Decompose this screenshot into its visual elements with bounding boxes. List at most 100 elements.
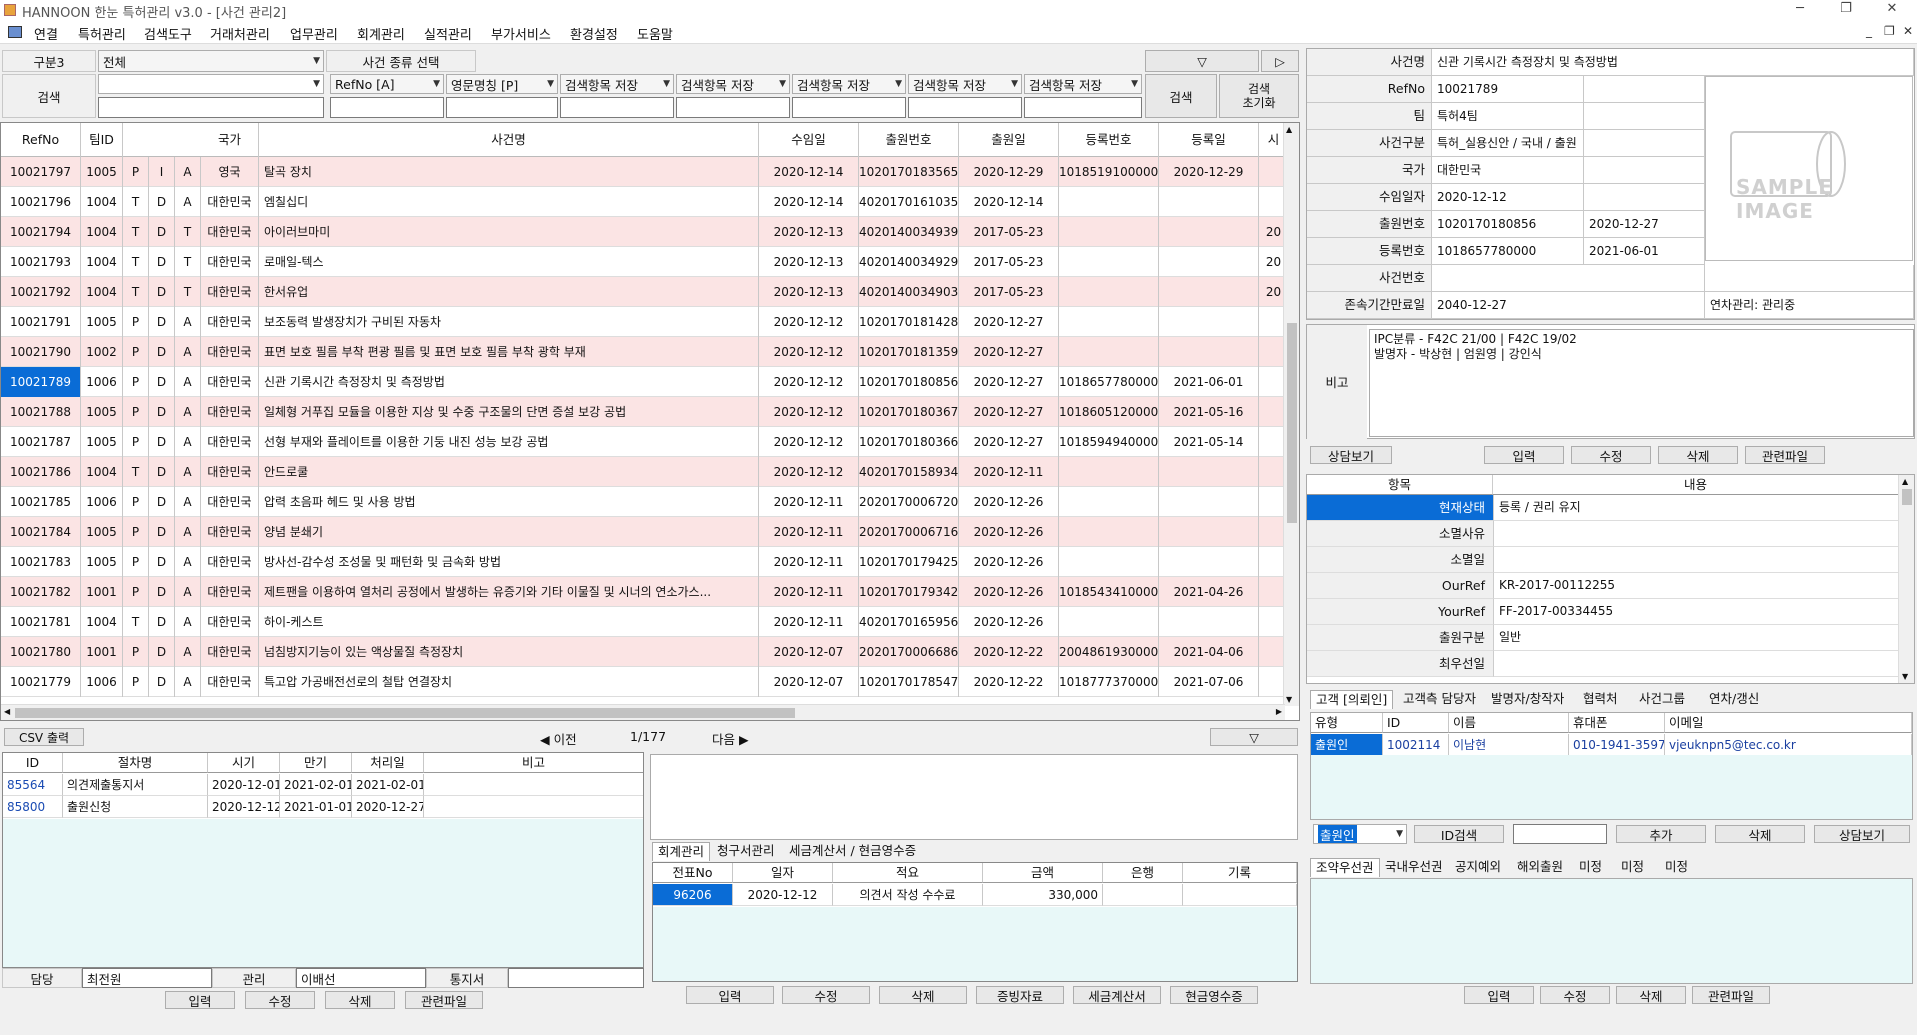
grid-cell-team[interactable]: 1004 [81,247,123,277]
grid-cell-regno[interactable]: 2004861930000 [1059,637,1159,667]
detail-delete-button[interactable]: 삭제 [1658,446,1738,464]
detail-value[interactable] [1432,265,1705,292]
grid-cell-appdate[interactable]: 2020-12-26 [959,547,1059,577]
property-value[interactable] [1493,521,1898,547]
grid-cell-appdate[interactable]: 2020-12-27 [959,337,1059,367]
grid-cell-c[interactable]: A [175,157,201,187]
grid-cell-ref[interactable]: 10021783 [1,547,81,577]
grid-cell-b[interactable]: I [149,157,175,187]
scroll-down-icon[interactable]: ▼ [1286,695,1292,704]
proc-header-cell[interactable]: 처리일 [352,753,424,773]
detail-value[interactable]: 1018657780000 [1432,238,1584,265]
table-row[interactable]: 10021780 1001 P D A 대한민국 넘침방지기능이 있는 액상물질 측정장치 2… [1,637,1289,667]
search-main-input[interactable] [98,97,324,118]
grid-cell-ref[interactable]: 10021784 [1,517,81,547]
pager-expand-button[interactable]: ▽ [1210,728,1298,746]
proc-cell-name[interactable]: 출원신청 [63,796,208,818]
grid-cell-name[interactable]: 아이러브마미 [259,217,759,247]
grid-cell-country[interactable]: 대한민국 [201,487,259,517]
grid-cell-country[interactable]: 대한민국 [201,637,259,667]
grid-cell-regdate[interactable]: 2021-07-06 [1159,667,1259,697]
proc-header-cell[interactable]: 시기 [208,753,280,773]
detail-value[interactable]: 특허4팀 [1432,103,1584,130]
grid-cell-country[interactable]: 대한민국 [201,577,259,607]
grid-cell-regdate[interactable] [1159,307,1259,337]
proc-header-cell[interactable]: ID [3,753,63,773]
grid-cell-country[interactable]: 대한민국 [201,667,259,697]
grid-cell-regdate[interactable] [1159,217,1259,247]
grid-cell-recv[interactable]: 2020-12-11 [759,517,859,547]
detail-value[interactable]: 2040-12-27 [1432,292,1705,319]
detail-value[interactable]: 신관 기록시간 측정장치 및 측정방법 [1432,49,1914,76]
grid-header-cell[interactable]: 등록일 [1159,123,1259,157]
grid-cell-recv[interactable]: 2020-12-12 [759,457,859,487]
proc-cell-due[interactable]: 2021-01-01 [280,796,352,818]
detail-extra[interactable]: 연차관리: 관리중 [1705,292,1914,319]
grid-cell-b[interactable]: D [149,337,175,367]
client-tab[interactable]: 연차/갱신 [1704,690,1764,708]
grid-cell-team[interactable]: 1005 [81,427,123,457]
proc-header-cell[interactable]: 절차명 [63,753,208,773]
priority-files-button[interactable]: 관련파일 [1692,986,1770,1004]
acct-header-cell[interactable]: 기록 [1183,863,1297,883]
grid-cell-ref[interactable]: 10021790 [1,337,81,367]
grid-cell-regdate[interactable]: 2021-04-26 [1159,577,1259,607]
grid-cell-a[interactable]: P [123,637,149,667]
grid-cell-appdate[interactable]: 2020-12-26 [959,517,1059,547]
grid-cell-country[interactable]: 대한민국 [201,517,259,547]
grid-cell-name[interactable]: 일체형 거푸집 모듈을 이용한 지상 및 수중 구조물의 단면 증설 보강 공법 [259,397,759,427]
grid-cell-c[interactable]: A [175,547,201,577]
grid-cell-appno[interactable]: 4020140034939 [859,217,959,247]
grid-cell-country[interactable]: 대한민국 [201,457,259,487]
grid-cell-name[interactable]: 특고압 가공배전선로의 철탑 연결장치 [259,667,759,697]
acct-header-cell[interactable]: 금액 [983,863,1103,883]
grid-cell-b[interactable]: D [149,457,175,487]
detail-value[interactable]: 1020170180856 [1432,211,1584,238]
grid-cell-c[interactable]: T [175,247,201,277]
grid-cell-recv[interactable]: 2020-12-13 [759,217,859,247]
grid-cell-b[interactable]: D [149,607,175,637]
grid-cell-team[interactable]: 1004 [81,277,123,307]
proc-cell-note[interactable] [424,796,643,818]
acct-tax-invoice-button[interactable]: 세금계산서 [1073,986,1161,1004]
table-row[interactable]: 10021789 1006 P D A 대한민국 신관 기록시간 측정장치 및 측정방법 20… [1,367,1289,397]
client-cell-id[interactable]: 1002114 [1383,734,1449,756]
grid-cell-appdate[interactable]: 2020-12-26 [959,607,1059,637]
grid-cell-regdate[interactable]: 2021-05-16 [1159,397,1259,427]
grid-cell-country[interactable]: 대한민국 [201,187,259,217]
grid-cell-appno[interactable]: 1020170181428 [859,307,959,337]
grid-cell-name[interactable]: 방사선-감수성 조성물 및 패턴화 및 금속화 방법 [259,547,759,577]
grid-cell-a[interactable]: P [123,337,149,367]
grid-cell-c[interactable]: A [175,337,201,367]
table-row[interactable]: 10021792 1004 T D T 대한민국 한서유업 2020-12-13 4020140… [1,277,1289,307]
grid-cell-team[interactable]: 1005 [81,547,123,577]
acct-edit-button[interactable]: 수정 [782,986,870,1004]
search-field-combo[interactable]: 검색항목 저장 ▼ [908,74,1022,94]
grid-cell-a[interactable]: P [123,157,149,187]
proc-cell-id[interactable]: 85800 [3,796,63,818]
table-row[interactable]: 10021796 1004 T D A 대한민국 엠칠십디 2020-12-14 4020170… [1,187,1289,217]
grid-cell-country[interactable]: 대한민국 [201,607,259,637]
detail-input-button[interactable]: 입력 [1484,446,1564,464]
manager-field[interactable]: 이배선 [296,968,426,988]
next-page-button[interactable]: 다음 ▶ [712,729,749,748]
grid-cell-appdate[interactable]: 2020-12-11 [959,457,1059,487]
acct-input-button[interactable]: 입력 [686,986,774,1004]
menu-work[interactable]: 업무관리 [290,24,338,43]
priority-input-button[interactable]: 입력 [1464,986,1534,1004]
grid-cell-country[interactable]: 대한민국 [201,307,259,337]
grid-cell-regno[interactable] [1059,277,1159,307]
grid-cell-c[interactable]: A [175,427,201,457]
grid-cell-c[interactable]: T [175,277,201,307]
grid-cell-country[interactable]: 대한민국 [201,337,259,367]
grid-cell-b[interactable]: D [149,637,175,667]
grid-cell-appdate[interactable]: 2017-05-23 [959,277,1059,307]
table-row[interactable]: 10021787 1005 P D A 대한민국 선형 부재와 플레이트를 이용한 기둥 내… [1,427,1289,457]
table-row[interactable]: 10021785 1006 P D A 대한민국 압력 초음파 헤드 및 사용 방법 2020… [1,487,1289,517]
grid-cell-country[interactable]: 영국 [201,157,259,187]
grid-cell-b[interactable]: D [149,427,175,457]
table-row[interactable]: 10021788 1005 P D A 대한민국 일체형 거푸집 모듈을 이용한 지상 및 … [1,397,1289,427]
priority-delete-button[interactable]: 삭제 [1616,986,1686,1004]
detail-extra[interactable] [1584,103,1705,130]
grid-cell-regno[interactable] [1059,487,1159,517]
